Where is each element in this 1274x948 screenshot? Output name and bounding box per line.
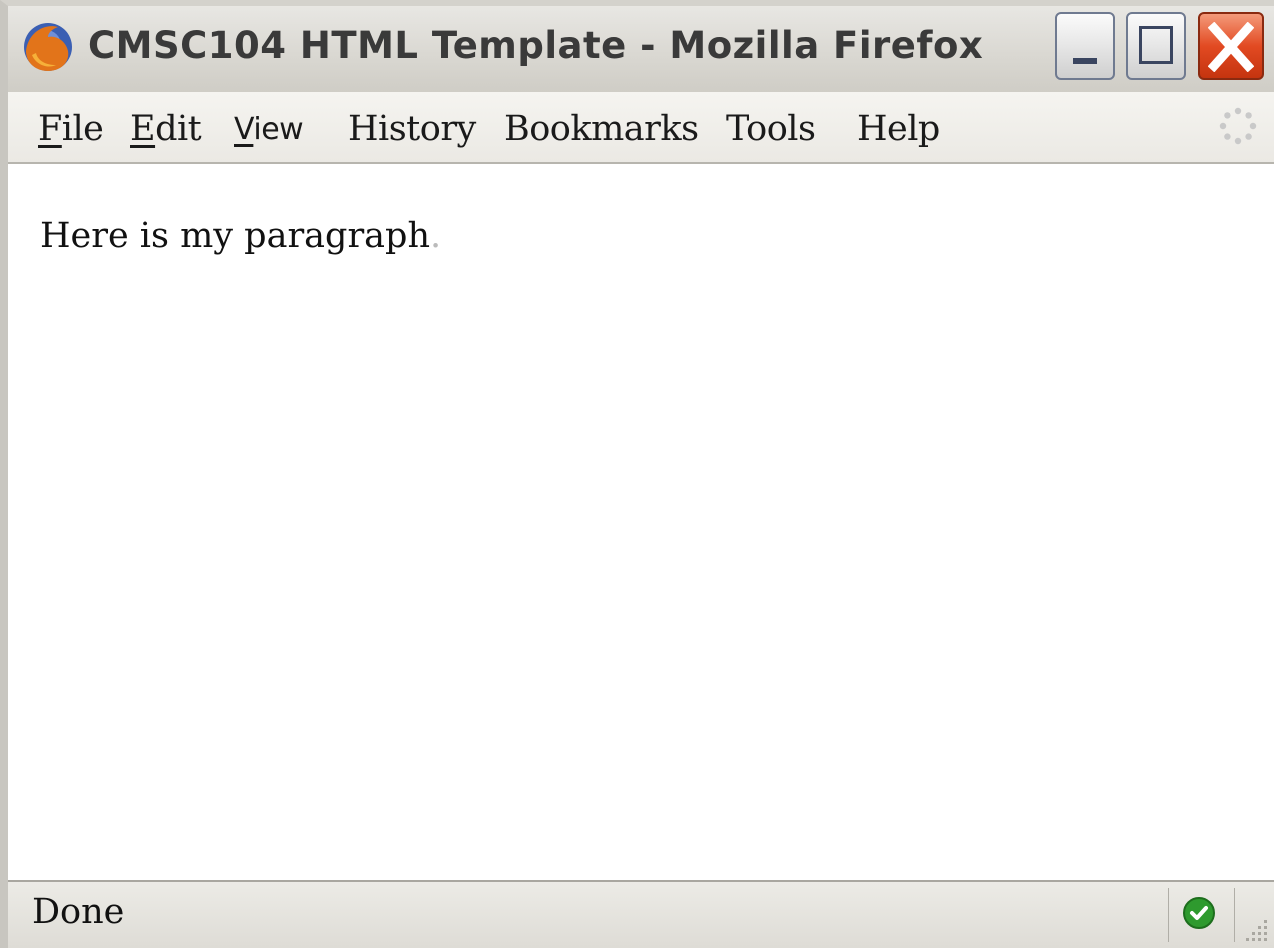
menu-history[interactable]: History	[348, 109, 476, 149]
status-divider	[1168, 888, 1169, 942]
paragraph-text: Here is my paragraph	[40, 216, 430, 256]
status-bar: Done	[8, 880, 1274, 948]
status-text: Done	[32, 892, 125, 932]
browser-window: CMSC104 HTML Template - Mozilla Firefox …	[0, 0, 1274, 948]
menu-view[interactable]: View	[234, 112, 304, 147]
menu-tools[interactable]: Tools	[726, 109, 816, 149]
status-divider-2	[1234, 888, 1235, 942]
menu-view-label: iew	[253, 112, 304, 147]
menu-edit-label: dit	[155, 109, 202, 149]
menu-bookmarks[interactable]: Bookmarks	[504, 109, 699, 149]
minimize-icon	[1073, 58, 1097, 64]
menu-file[interactable]: File	[38, 109, 104, 149]
menu-bar: File Edit View History Bookmarks Tools H…	[8, 92, 1274, 164]
loading-throbber-icon	[1219, 107, 1257, 145]
maximize-icon	[1139, 26, 1173, 64]
title-bar[interactable]: CMSC104 HTML Template - Mozilla Firefox	[8, 6, 1274, 93]
maximize-button[interactable]	[1126, 12, 1186, 80]
paragraph: Here is my paragraph.	[40, 216, 441, 256]
firefox-icon	[24, 23, 72, 71]
close-button[interactable]	[1198, 12, 1264, 80]
paragraph-period: .	[430, 216, 442, 256]
close-icon	[1208, 22, 1254, 72]
menu-help[interactable]: Help	[857, 109, 940, 149]
menu-file-accesskey: F	[38, 109, 62, 149]
menu-edit[interactable]: Edit	[130, 109, 202, 149]
minimize-button[interactable]	[1055, 12, 1115, 80]
window-title: CMSC104 HTML Template - Mozilla Firefox	[88, 24, 984, 67]
check-icon[interactable]	[1182, 896, 1216, 930]
menu-file-label: ile	[61, 109, 104, 149]
page-content[interactable]: Here is my paragraph.	[8, 164, 1274, 882]
menu-edit-accesskey: E	[130, 109, 156, 149]
resize-grip-icon[interactable]	[1240, 914, 1270, 944]
menu-view-accesskey: V	[234, 112, 254, 147]
